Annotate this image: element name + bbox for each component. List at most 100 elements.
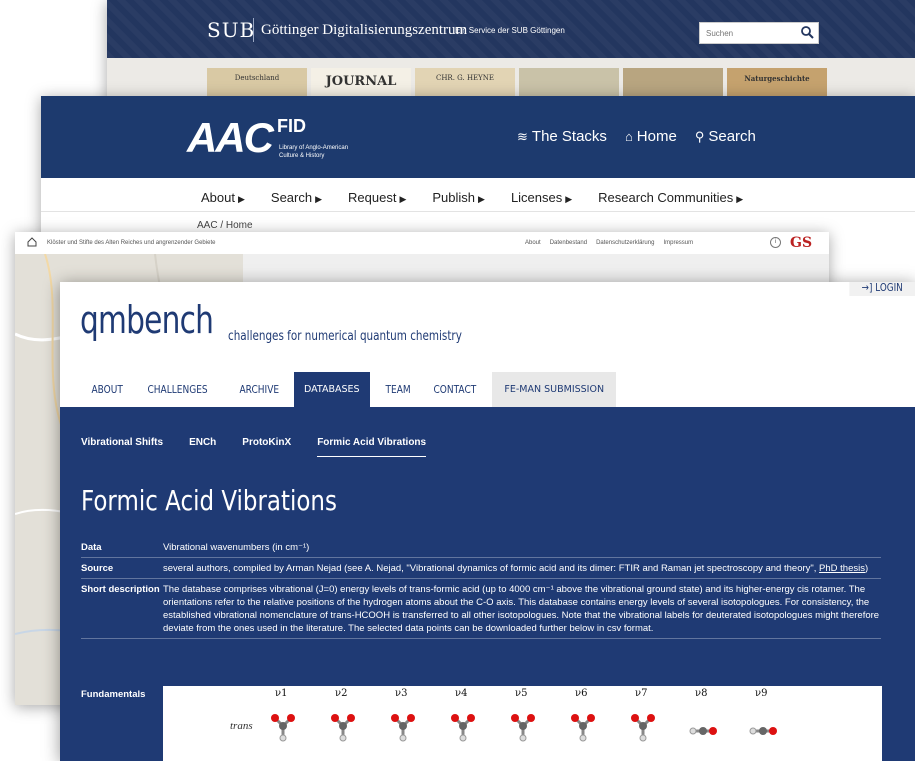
table-row: Source several authors, compiled by Arma…	[81, 557, 881, 579]
database-subnav: Vibrational Shifts ENCh ProtoKinX Formic…	[81, 437, 427, 457]
menu-search[interactable]: Search ▶	[271, 190, 322, 205]
link-datenbestand[interactable]: Datenbestand	[550, 240, 587, 246]
caret-right-icon: ▶	[478, 194, 485, 204]
tab-vibrational-shifts[interactable]: Vibrational Shifts	[81, 437, 163, 457]
login-button[interactable]: →] LOGIN	[849, 282, 915, 296]
gs-title[interactable]: Klöster und Stifte des Alten Reiches und…	[47, 240, 215, 246]
nav-label: The Stacks	[531, 128, 607, 145]
sub-search-box[interactable]	[699, 22, 819, 44]
source-text: several authors, compiled by Arman Nejad…	[163, 563, 817, 574]
menu-label: Licenses	[510, 190, 563, 205]
aac-main-nav: About ▶ Search ▶ Request ▶ Publish ▶ License…	[201, 190, 743, 205]
link-about[interactable]: About	[525, 240, 541, 246]
nav-fe-man-submission[interactable]: FE-MAN SUBMISSION	[492, 372, 617, 407]
caret-right-icon: ▶	[237, 194, 245, 204]
caret-right-icon: ▶	[315, 194, 323, 204]
row-value: The database comprises vibrational (J=0)…	[163, 578, 881, 639]
book-title: Deutschland	[234, 74, 280, 82]
info-icon[interactable]: i	[770, 237, 781, 248]
sub-search-input[interactable]	[700, 24, 792, 43]
menu-label: Research Communities	[598, 190, 734, 205]
brand-line-2: Culture & History	[279, 153, 325, 159]
aac-logo-text: AAC	[187, 114, 274, 161]
book-title: JOURNAL	[325, 74, 397, 89]
nav-databases[interactable]: DATABASES	[293, 372, 370, 407]
molecule-diagrams	[271, 714, 777, 742]
gs-logo[interactable]: GS	[790, 235, 812, 251]
molecule-icon	[331, 714, 355, 742]
sub-logo[interactable]: SUB	[207, 18, 255, 42]
molecule-icon	[451, 714, 475, 742]
database-panel: Vibrational Shifts ENCh ProtoKinX Formic…	[60, 407, 915, 761]
book-title: Naturgeschichte	[744, 74, 810, 83]
row-key: Data	[81, 537, 163, 558]
nav-contact[interactable]: CONTACT	[422, 372, 488, 407]
caret-right-icon: ▶	[399, 194, 407, 204]
sub-header: SUB Göttinger Digitalisierungszentrum Ei…	[107, 0, 915, 58]
menu-licenses[interactable]: Licenses ▶	[511, 190, 572, 205]
search-icon: ⚲	[694, 129, 705, 144]
nav-archive[interactable]: ARCHIVE	[228, 372, 291, 407]
caret-right-icon: ▶	[736, 194, 744, 204]
menu-label: Search	[270, 190, 313, 205]
caret-right-icon: ▶	[565, 194, 573, 204]
qmbench-main-nav: ABOUT CHALLENGES ARCHIVE DATABASES TEAM …	[80, 372, 617, 407]
table-row: Short description The database comprises…	[81, 578, 881, 639]
menu-label: Publish	[432, 190, 476, 205]
brand-line-1: Library of Anglo-American	[279, 145, 349, 151]
nav-divider	[41, 211, 915, 212]
menu-request[interactable]: Request ▶	[348, 190, 406, 205]
row-value: Vibrational wavenumbers (in cm⁻¹)	[163, 537, 881, 558]
source-closing: )	[864, 563, 869, 574]
search-icon[interactable]	[800, 25, 814, 39]
link-datenschutz[interactable]: Datenschutzerklärung	[596, 240, 654, 246]
tab-ench[interactable]: ENCh	[189, 437, 216, 457]
info-table: Data Vibrational wavenumbers (in cm⁻¹) S…	[81, 537, 881, 639]
home-icon: ⌂	[624, 129, 633, 144]
sub-title[interactable]: Göttinger Digitalisierungszentrum	[261, 22, 467, 39]
row-key: Short description	[81, 578, 163, 639]
fundamentals-label: Fundamentals	[81, 689, 146, 700]
qmbench-tagline: challenges for numerical quantum chemist…	[228, 329, 462, 344]
nav-label: Search	[708, 128, 756, 145]
nav-team[interactable]: TEAM	[374, 372, 422, 407]
aac-top-nav: ≋ The Stacks ⌂ Home ⚲ Search	[517, 128, 756, 145]
gs-links: About Datenbestand Datenschutzerklärung …	[525, 240, 693, 246]
menu-publish[interactable]: Publish ▶	[432, 190, 485, 205]
molecule-icon	[511, 714, 535, 742]
molecule-icon	[689, 727, 717, 735]
row-value: several authors, compiled by Arman Nejad…	[163, 557, 881, 579]
book-title: CHR. G. HEYNE	[435, 74, 495, 82]
nav-about[interactable]: ABOUT	[80, 372, 134, 407]
qmbench-logo[interactable]: qmbench	[80, 298, 214, 342]
layers-icon: ≋	[517, 129, 528, 144]
menu-about[interactable]: About ▶	[201, 190, 245, 205]
gs-top-bar: Klöster und Stifte des Alten Reiches und…	[15, 232, 829, 255]
tab-formic-acid-vibrations[interactable]: Formic Acid Vibrations	[317, 437, 427, 457]
table-row: Data Vibrational wavenumbers (in cm⁻¹)	[81, 537, 881, 558]
fundamentals-figure: ν1 ν2 ν3 ν4 ν5 ν6 ν7 ν8 ν9 trans	[163, 686, 882, 761]
molecule-icon	[571, 714, 595, 742]
breadcrumb[interactable]: AAC / Home	[197, 220, 253, 231]
molecule-icon	[391, 714, 415, 742]
nav-search[interactable]: ⚲ Search	[695, 128, 756, 145]
molecule-icon	[631, 714, 655, 742]
nav-the-stacks[interactable]: ≋ The Stacks	[517, 128, 607, 145]
logo-divider	[253, 18, 254, 42]
qmbench-window: →] LOGIN qmbench challenges for numerica…	[60, 282, 915, 761]
phd-thesis-link[interactable]: PhD thesis	[819, 563, 865, 574]
aac-header: AAC FID Library of Anglo-American Cultur…	[41, 96, 915, 178]
menu-research-communities[interactable]: Research Communities ▶	[598, 190, 743, 205]
nav-label: Home	[636, 128, 677, 145]
nav-home[interactable]: ⌂ Home	[625, 128, 677, 145]
brand-subtitle: Library of Anglo-American Culture & Hist…	[279, 144, 348, 160]
sub-tagline: Ein Service der SUB Göttingen	[455, 26, 565, 35]
tab-protokinx[interactable]: ProtoKinX	[242, 437, 291, 457]
link-impressum[interactable]: Impressum	[663, 240, 693, 246]
sub-window: SUB Göttinger Digitalisierungszentrum Ei…	[107, 0, 915, 110]
menu-label: About	[201, 190, 235, 205]
nav-challenges[interactable]: CHALLENGES	[136, 372, 219, 407]
row-key: Source	[81, 557, 163, 579]
menu-label: Request	[348, 190, 397, 205]
home-icon[interactable]	[27, 237, 37, 247]
